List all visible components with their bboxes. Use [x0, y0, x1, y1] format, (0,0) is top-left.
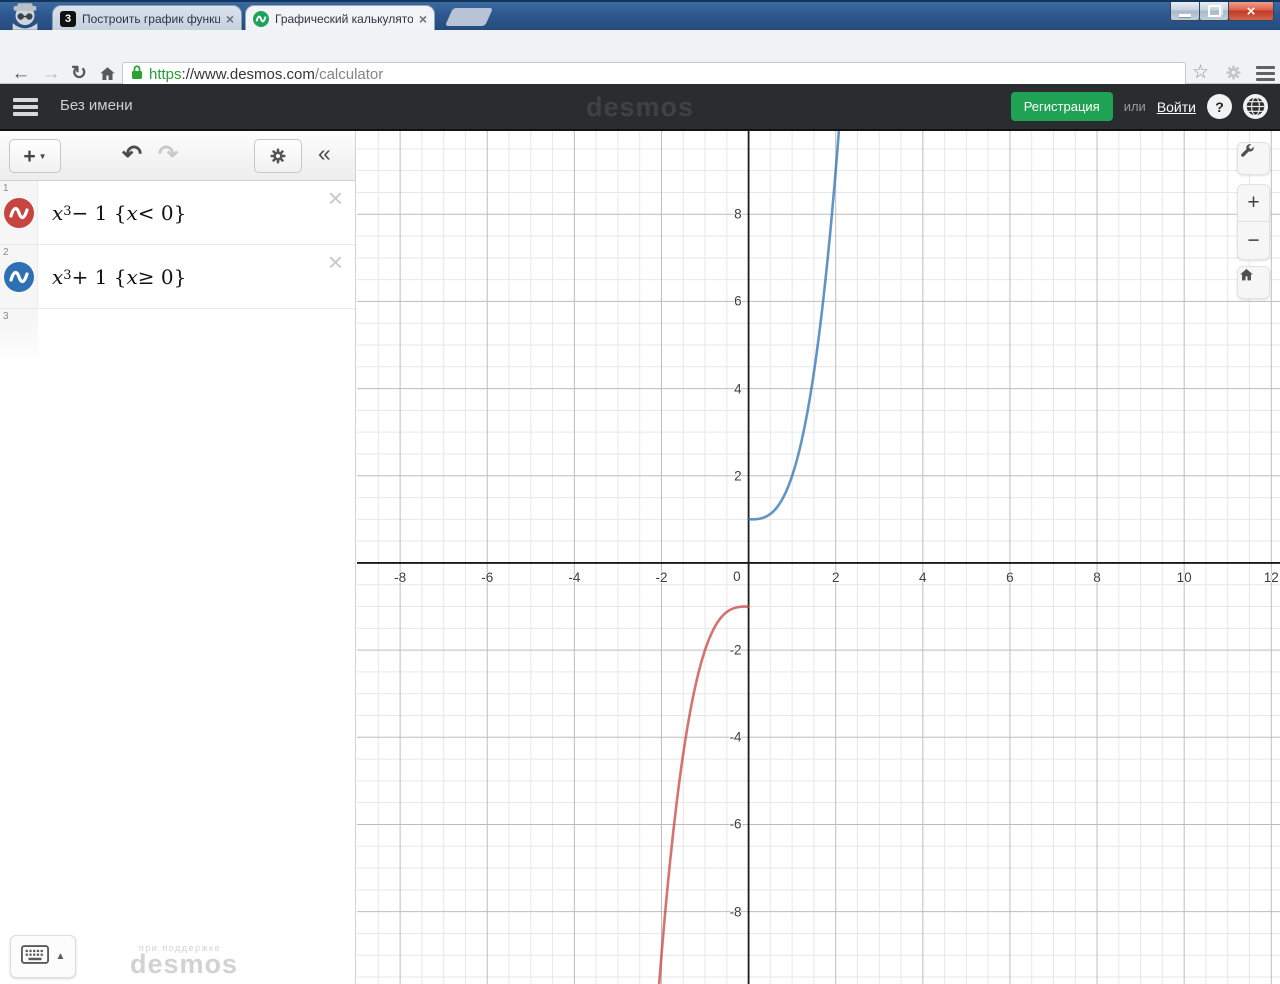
new-tab-button[interactable] [444, 8, 494, 26]
minimize-icon [1179, 13, 1191, 17]
zoom-controls: + − [1237, 184, 1270, 260]
undo-icon[interactable]: ↶ [122, 140, 142, 169]
url-host: ://www.desmos.com [181, 65, 315, 83]
tab1-close-icon[interactable]: × [226, 12, 234, 26]
expression-row-3-empty[interactable]: 3 [0, 309, 355, 367]
window-controls: × [1170, 2, 1274, 21]
graph-title[interactable]: Без имени [60, 97, 133, 114]
redo-icon[interactable]: ↷ [158, 140, 178, 169]
zoom-out-button[interactable]: − [1238, 222, 1269, 259]
chevron-up-icon: ▲ [55, 951, 66, 962]
row-number: 3 [3, 311, 9, 322]
url-scheme: https [149, 65, 182, 83]
desmos-watermark: при поддержке desmos [130, 943, 239, 979]
tab1-favicon: 3 [60, 11, 76, 27]
browser-toolbar: ← → ↻ https://www.desmos.com/calculator … [0, 30, 1280, 108]
tab2-desmos-favicon [253, 11, 269, 27]
curve-x^3 − 1 {x < 0}[interactable] [644, 605, 750, 984]
graph-canvas[interactable]: + − -8 -6 -4 -2 2 4 6 8 10 12 -8 -6 -4 -2 2 4 6 8 0 [357, 131, 1280, 984]
padlock-icon [131, 64, 143, 85]
login-link[interactable]: Войти [1157, 99, 1196, 115]
url-path: /calculator [314, 65, 384, 83]
expression-text[interactable]: x3 − 1 {x < 0} [52, 181, 186, 244]
restore-icon [1207, 5, 1221, 17]
desmos-logo: desmos [585, 92, 695, 122]
browser-tab-2-active[interactable]: Графический калькулято × [245, 5, 435, 32]
help-button[interactable]: ? [1207, 94, 1232, 119]
browser-tab-1[interactable]: 3 Построить график функц × [52, 5, 242, 32]
keyboard-icon [20, 944, 49, 969]
url-text: https://www.desmos.com/calculator [149, 66, 383, 83]
language-globe-button[interactable] [1243, 94, 1268, 119]
delete-expression-icon[interactable]: × [328, 185, 343, 211]
main-menu-icon[interactable] [13, 98, 38, 119]
plus-icon: + [23, 144, 36, 168]
expression-row-2[interactable]: 2 x3 + 1 {x ≥ 0} × [0, 245, 355, 309]
delete-expression-icon[interactable]: × [328, 249, 343, 275]
window-close-button[interactable]: × [1228, 2, 1274, 21]
window-restore-button[interactable] [1199, 2, 1229, 21]
settings-gear-button[interactable] [254, 139, 302, 173]
curve-x^3 + 1 {x ≥ 0}[interactable] [747, 131, 854, 521]
signup-button[interactable]: Регистрация [1010, 92, 1113, 121]
address-bar[interactable]: https://www.desmos.com/calculator [122, 62, 1186, 86]
expression-panel: + ▼ ↶ ↷ « 1 x3 − 1 {x < 0} × 2 x 3 + 1 {… [0, 131, 356, 984]
window-minimize-button[interactable] [1170, 2, 1200, 21]
bookmark-star-icon[interactable]: ☆ [1192, 61, 1209, 84]
window-title-bar: 3 Построить график функц × Графический к… [0, 0, 1280, 32]
collapse-panel-icon[interactable]: « [318, 140, 331, 167]
tab1-title: Построить график функц [82, 12, 220, 26]
header-account-area: Регистрация или Войти ? [1010, 92, 1268, 121]
tab2-title: Графический калькулято [275, 12, 413, 26]
add-expression-button[interactable]: + ▼ [9, 139, 61, 173]
zoom-in-button[interactable]: + [1238, 185, 1269, 223]
default-view-home-button[interactable] [1237, 266, 1270, 299]
graph-grid-svg [357, 131, 1280, 984]
graph-settings-wrench-button[interactable] [1237, 142, 1270, 175]
chevron-down-icon: ▼ [38, 151, 47, 161]
curve-color-icon-blue[interactable] [4, 262, 34, 292]
browser-menu-icon[interactable] [1256, 66, 1275, 84]
or-label: или [1123, 99, 1146, 114]
curve-color-icon-red[interactable] [4, 198, 34, 228]
desmos-header: Без имени desmos Регистрация или Войти ? [0, 84, 1280, 131]
tab2-close-icon[interactable]: × [419, 12, 427, 26]
row-number: 1 [3, 183, 9, 194]
expression-row-1[interactable]: 1 x3 − 1 {x < 0} × [0, 181, 355, 245]
expression-text[interactable]: x3 + 1 {x ≥ 0} [52, 245, 186, 308]
row-number: 2 [3, 247, 9, 258]
expression-toolbar: + ▼ ↶ ↷ « [0, 131, 355, 181]
show-keyboard-button[interactable]: ▲ [10, 935, 76, 978]
